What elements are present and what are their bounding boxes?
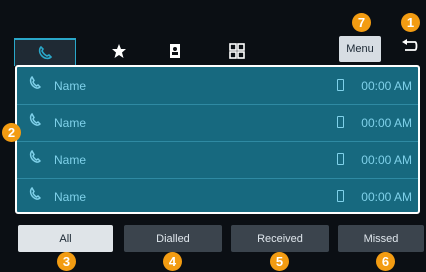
filter-bar: All Dialled Received Missed [14, 225, 424, 252]
mobile-phone-icon [337, 116, 344, 128]
phone-icon [29, 112, 42, 132]
contacts-icon [166, 43, 182, 59]
mobile-phone-icon [337, 153, 344, 165]
list-item[interactable]: Name 00:00 AM [17, 104, 418, 141]
phone-icon [29, 75, 42, 95]
callout-6: 6 [376, 252, 395, 271]
phone-screen: Menu Name 00:00 AM Name 00:00 AM Name 00… [0, 0, 426, 272]
list-item[interactable]: Name 00:00 AM [17, 141, 418, 178]
filter-dialled-button[interactable]: Dialled [124, 225, 222, 252]
tab-keypad[interactable] [222, 38, 252, 64]
back-arrow-icon [401, 38, 419, 59]
contact-name: Name [54, 78, 87, 93]
phone-icon [29, 186, 42, 206]
callout-2: 2 [2, 123, 21, 142]
phone-icon [37, 45, 53, 61]
list-item[interactable]: Name 00:00 AM [17, 67, 418, 104]
filter-received-button[interactable]: Received [231, 225, 329, 252]
mobile-phone-icon [337, 190, 344, 202]
callout-1: 1 [401, 13, 420, 32]
contact-name: Name [54, 189, 87, 204]
callout-4: 4 [163, 252, 182, 271]
filter-missed-button[interactable]: Missed [338, 225, 424, 252]
call-log-list: Name 00:00 AM Name 00:00 AM Name 00:00 A… [15, 65, 420, 214]
call-time: 00:00 AM [361, 152, 412, 167]
tab-favorites[interactable] [104, 38, 134, 64]
contact-name: Name [54, 115, 87, 130]
contact-name: Name [54, 152, 87, 167]
star-icon [111, 43, 127, 59]
mobile-phone-icon [337, 79, 344, 91]
back-button[interactable] [396, 34, 424, 62]
filter-all-button[interactable]: All [18, 225, 113, 252]
callout-5: 5 [270, 252, 289, 271]
phone-icon [29, 149, 42, 169]
tab-recent-calls[interactable] [14, 38, 76, 66]
call-time: 00:00 AM [361, 78, 412, 93]
list-item[interactable]: Name 00:00 AM [17, 178, 418, 215]
callout-3: 3 [57, 252, 76, 271]
keypad-icon [229, 43, 245, 59]
call-time: 00:00 AM [361, 189, 412, 204]
tab-contacts[interactable] [159, 38, 189, 64]
call-time: 00:00 AM [361, 115, 412, 130]
callout-7: 7 [352, 13, 371, 32]
menu-button[interactable]: Menu [339, 36, 381, 62]
